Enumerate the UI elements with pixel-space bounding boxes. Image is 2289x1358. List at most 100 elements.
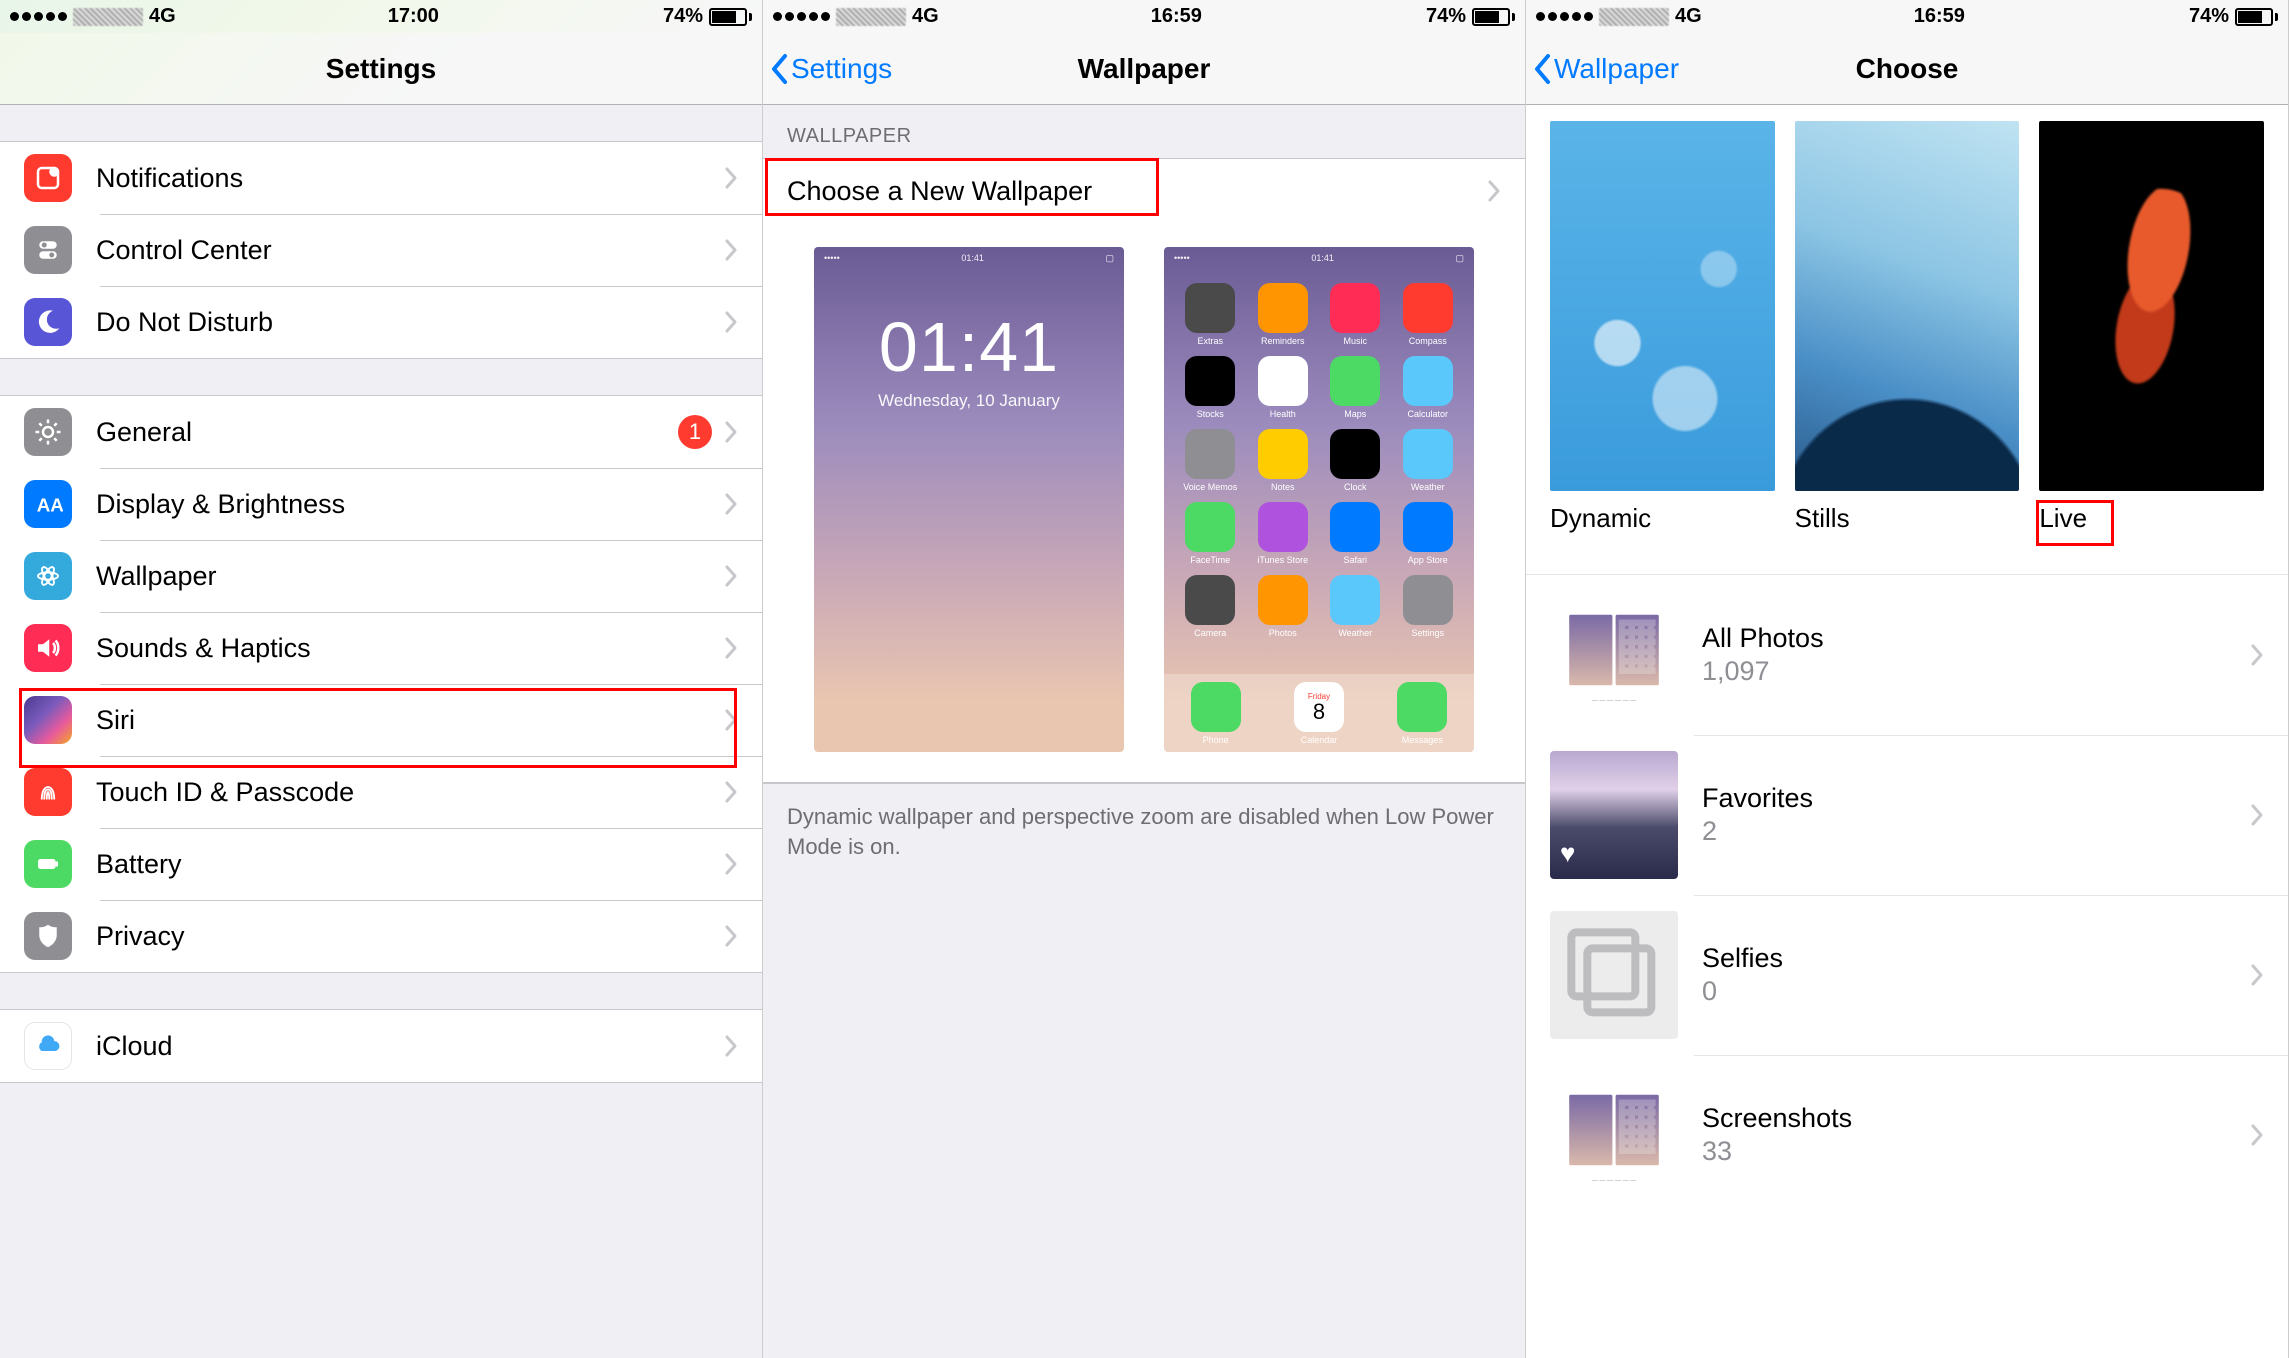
row-privacy[interactable]: Privacy [0, 900, 762, 972]
wallpaper-choose-group: Choose a New Wallpaper •••••01:41▢ 01:41… [763, 158, 1525, 784]
app-voice-memos: Voice Memos [1178, 429, 1243, 492]
status-bar: 4G 16:59 74% [763, 0, 1525, 33]
row-label: Wallpaper [96, 561, 724, 592]
chevron-right-icon [724, 852, 738, 876]
category-live[interactable]: Live [2039, 121, 2264, 534]
nav-title: Choose [1856, 53, 1959, 85]
category-stills[interactable]: Stills [1795, 121, 2020, 534]
battery-percent: 74% [1426, 5, 1466, 28]
album-all-photos[interactable]: — — — — — — All Photos 1,097 [1526, 575, 2288, 735]
row-choose-new-wallpaper[interactable]: Choose a New Wallpaper [763, 159, 1525, 223]
lock-screen-preview[interactable]: •••••01:41▢ 01:41 Wednesday, 10 January [814, 247, 1124, 752]
touchid-icon [24, 768, 72, 816]
network-type: 4G [912, 5, 939, 28]
app-health: Health [1251, 356, 1316, 419]
settings-group-3: iCloud [0, 1009, 762, 1083]
stack-icon [1550, 911, 1678, 1039]
carrier-label [73, 8, 143, 26]
row-wallpaper[interactable]: Wallpaper [0, 540, 762, 612]
row-label: Display & Brightness [96, 489, 724, 520]
network-type: 4G [1675, 5, 1702, 28]
home-screen-preview[interactable]: •••••01:41▢ ExtrasRemindersMusicCompassS… [1164, 247, 1474, 752]
chevron-right-icon [724, 780, 738, 804]
app-weather: Weather [1323, 575, 1388, 638]
footer-note: Dynamic wallpaper and perspective zoom a… [763, 784, 1525, 879]
category-label: Live [2039, 503, 2087, 534]
chevron-right-icon [724, 564, 738, 588]
album-thumb: ♥ [1550, 751, 1678, 879]
row-label: Sounds & Haptics [96, 633, 724, 664]
dock-app-calendar: Friday8Calendar [1294, 682, 1344, 745]
row-display-brightness[interactable]: AA Display & Brightness [0, 468, 762, 540]
dock-app-phone: Phone [1191, 682, 1241, 745]
chevron-right-icon [2250, 803, 2264, 827]
signal-dots-icon [10, 12, 67, 21]
home-dock: PhoneFriday8CalendarMessages [1164, 674, 1474, 752]
choose-screen: 4G 16:59 74% Wallpaper Choose Dynamic St… [1526, 0, 2289, 1358]
sounds-icon [24, 624, 72, 672]
album-selfies[interactable]: Selfies 0 [1526, 895, 2288, 1055]
dynamic-thumb [1550, 121, 1775, 491]
chevron-right-icon [2250, 1123, 2264, 1147]
status-time: 16:59 [1151, 5, 1202, 28]
battery-percent: 74% [2189, 5, 2229, 28]
chevron-right-icon [2250, 643, 2264, 667]
row-label: Battery [96, 849, 724, 880]
app-safari: Safari [1323, 502, 1388, 565]
svg-text:AA: AA [37, 495, 63, 516]
album-thumb: — — — — — — [1550, 1071, 1678, 1199]
wallpaper-previews: •••••01:41▢ 01:41 Wednesday, 10 January … [763, 223, 1525, 783]
chevron-left-icon [1532, 52, 1554, 86]
battery-icon [709, 8, 752, 26]
category-label: Stills [1795, 503, 1850, 534]
app-notes: Notes [1251, 429, 1316, 492]
album-thumb: — — — — — — [1550, 591, 1678, 719]
row-icloud[interactable]: iCloud [0, 1010, 762, 1082]
chevron-right-icon [724, 166, 738, 190]
album-count: 0 [1702, 976, 2250, 1007]
row-control-center[interactable]: Control Center [0, 214, 762, 286]
category-dynamic[interactable]: Dynamic [1550, 121, 1775, 534]
battery-icon [2235, 8, 2278, 26]
photo-albums-list: — — — — — — All Photos 1,097 ♥ Favorites… [1526, 574, 2288, 1215]
row-label: Touch ID & Passcode [96, 777, 724, 808]
wallpaper-categories: Dynamic Stills Live [1526, 105, 2288, 544]
row-general[interactable]: General 1 [0, 396, 762, 468]
chevron-right-icon [724, 310, 738, 334]
row-label: General [96, 417, 678, 448]
chevron-right-icon [724, 420, 738, 444]
album-name: Screenshots [1702, 1103, 2250, 1134]
general-icon [24, 408, 72, 456]
row-label: Siri [96, 705, 724, 736]
control-center-icon [24, 226, 72, 274]
row-sounds-haptics[interactable]: Sounds & Haptics [0, 612, 762, 684]
app-compass: Compass [1396, 283, 1461, 346]
signal-dots-icon [1536, 12, 1593, 21]
row-label: Choose a New Wallpaper [787, 176, 1487, 207]
back-button[interactable]: Settings [769, 52, 892, 86]
live-thumb [2039, 121, 2264, 491]
chevron-right-icon [724, 492, 738, 516]
row-notifications[interactable]: Notifications [0, 142, 762, 214]
app-photos: Photos [1251, 575, 1316, 638]
row-touch-id-passcode[interactable]: Touch ID & Passcode [0, 756, 762, 828]
row-label: Do Not Disturb [96, 307, 724, 338]
privacy-icon [24, 912, 72, 960]
home-app-grid: ExtrasRemindersMusicCompassStocksHealthM… [1178, 283, 1460, 638]
battery-icon [1472, 8, 1515, 26]
row-battery[interactable]: Battery [0, 828, 762, 900]
album-screenshots[interactable]: — — — — — — Screenshots 33 [1526, 1055, 2288, 1215]
nav-bar: Wallpaper Choose [1526, 33, 2288, 105]
row-label: iCloud [96, 1031, 724, 1062]
album-favorites[interactable]: ♥ Favorites 2 [1526, 735, 2288, 895]
row-do-not-disturb[interactable]: Do Not Disturb [0, 286, 762, 358]
app-maps: Maps [1323, 356, 1388, 419]
heart-icon: ♥ [1560, 838, 1575, 869]
back-button[interactable]: Wallpaper [1532, 52, 1679, 86]
row-siri[interactable]: Siri [0, 684, 762, 756]
app-camera: Camera [1178, 575, 1243, 638]
app-clock: Clock [1323, 429, 1388, 492]
nav-bar: Settings Wallpaper [763, 33, 1525, 105]
preview-time: 01:41 [879, 307, 1059, 387]
category-label: Dynamic [1550, 503, 1651, 534]
